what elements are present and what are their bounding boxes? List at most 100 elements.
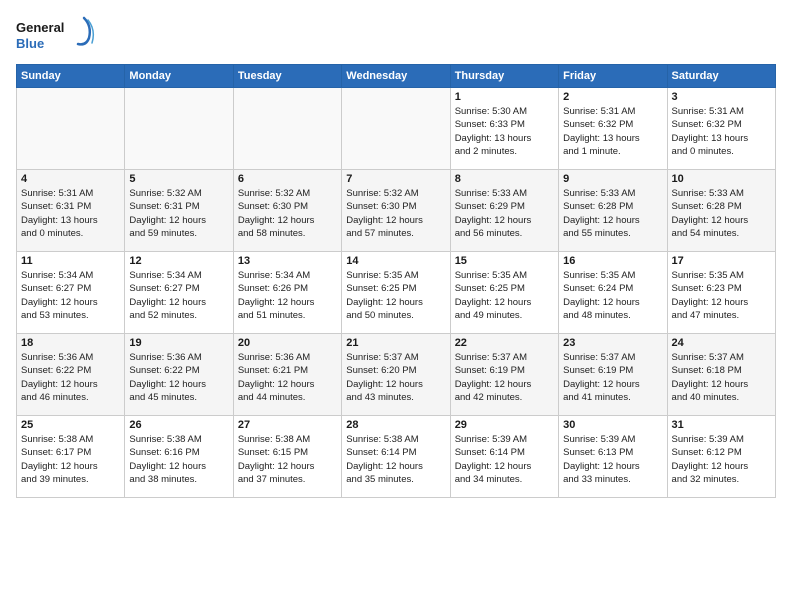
calendar-cell: 23 Sunrise: 5:37 AM Sunset: 6:19 PM Dayli… — [559, 334, 667, 416]
calendar-week-row: 11 Sunrise: 5:34 AM Sunset: 6:27 PM Dayli… — [17, 252, 776, 334]
calendar-cell: 17 Sunrise: 5:35 AM Sunset: 6:23 PM Dayli… — [667, 252, 775, 334]
logo-svg: General Blue — [16, 16, 96, 56]
column-header-friday: Friday — [559, 65, 667, 88]
calendar-week-row: 25Sunrise: 5:38 AM Sunset: 6:17 PM Dayli… — [17, 416, 776, 498]
calendar-cell: 30 Sunrise: 5:39 AM Sunset: 6:13 PM Dayli… — [559, 416, 667, 498]
calendar-cell: 29Sunrise: 5:39 AM Sunset: 6:14 PM Dayli… — [450, 416, 558, 498]
calendar-cell: 18 Sunrise: 5:36 AM Sunset: 6:22 PM Dayli… — [17, 334, 125, 416]
day-info: Sunrise: 5:34 AM Sunset: 6:26 PM Dayligh… — [238, 269, 337, 322]
day-info: Sunrise: 5:31 AM Sunset: 6:32 PM Dayligh… — [563, 105, 662, 158]
calendar-cell: 25Sunrise: 5:38 AM Sunset: 6:17 PM Dayli… — [17, 416, 125, 498]
column-header-monday: Monday — [125, 65, 233, 88]
calendar-cell: 24 Sunrise: 5:37 AM Sunset: 6:18 PM Dayli… — [667, 334, 775, 416]
calendar-cell: 5Sunrise: 5:32 AM Sunset: 6:31 PM Daylig… — [125, 170, 233, 252]
day-number: 3 — [672, 91, 771, 103]
svg-text:Blue: Blue — [16, 36, 44, 51]
calendar-cell — [17, 88, 125, 170]
day-number: 17 — [672, 255, 771, 267]
day-number: 6 — [238, 173, 337, 185]
calendar-cell: 9Sunrise: 5:33 AM Sunset: 6:28 PM Daylig… — [559, 170, 667, 252]
logo: General Blue — [16, 16, 96, 56]
column-header-sunday: Sunday — [17, 65, 125, 88]
day-number: 21 — [346, 337, 445, 349]
day-info: Sunrise: 5:34 AM Sunset: 6:27 PM Dayligh… — [129, 269, 228, 322]
day-info: Sunrise: 5:35 AM Sunset: 6:25 PM Dayligh… — [346, 269, 445, 322]
day-info: Sunrise: 5:36 AM Sunset: 6:21 PM Dayligh… — [238, 351, 337, 404]
day-info: Sunrise: 5:32 AM Sunset: 6:31 PM Dayligh… — [129, 187, 228, 240]
calendar-cell: 4 Sunrise: 5:31 AM Sunset: 6:31 PM Daylig… — [17, 170, 125, 252]
column-header-wednesday: Wednesday — [342, 65, 450, 88]
calendar-cell: 2 Sunrise: 5:31 AM Sunset: 6:32 PM Daylig… — [559, 88, 667, 170]
calendar-cell: 21 Sunrise: 5:37 AM Sunset: 6:20 PM Dayli… — [342, 334, 450, 416]
day-info: Sunrise: 5:32 AM Sunset: 6:30 PM Dayligh… — [238, 187, 337, 240]
calendar-cell: 31Sunrise: 5:39 AM Sunset: 6:12 PM Dayli… — [667, 416, 775, 498]
day-info: Sunrise: 5:36 AM Sunset: 6:22 PM Dayligh… — [21, 351, 120, 404]
day-info: Sunrise: 5:38 AM Sunset: 6:17 PM Dayligh… — [21, 433, 120, 486]
calendar-week-row: 18 Sunrise: 5:36 AM Sunset: 6:22 PM Dayli… — [17, 334, 776, 416]
column-header-saturday: Saturday — [667, 65, 775, 88]
day-number: 12 — [129, 255, 228, 267]
day-number: 11 — [21, 255, 120, 267]
day-info: Sunrise: 5:37 AM Sunset: 6:19 PM Dayligh… — [563, 351, 662, 404]
day-info: Sunrise: 5:38 AM Sunset: 6:14 PM Dayligh… — [346, 433, 445, 486]
day-number: 24 — [672, 337, 771, 349]
calendar-cell: 13 Sunrise: 5:34 AM Sunset: 6:26 PM Dayli… — [233, 252, 341, 334]
day-number: 10 — [672, 173, 771, 185]
day-info: Sunrise: 5:33 AM Sunset: 6:29 PM Dayligh… — [455, 187, 554, 240]
day-info: Sunrise: 5:31 AM Sunset: 6:31 PM Dayligh… — [21, 187, 120, 240]
day-number: 23 — [563, 337, 662, 349]
day-info: Sunrise: 5:37 AM Sunset: 6:18 PM Dayligh… — [672, 351, 771, 404]
calendar-cell: 19Sunrise: 5:36 AM Sunset: 6:22 PM Dayli… — [125, 334, 233, 416]
day-info: Sunrise: 5:37 AM Sunset: 6:20 PM Dayligh… — [346, 351, 445, 404]
day-number: 30 — [563, 419, 662, 431]
day-number: 29 — [455, 419, 554, 431]
day-number: 4 — [21, 173, 120, 185]
page-header: General Blue — [16, 16, 776, 56]
calendar-cell: 10Sunrise: 5:33 AM Sunset: 6:28 PM Dayli… — [667, 170, 775, 252]
day-number: 7 — [346, 173, 445, 185]
day-info: Sunrise: 5:35 AM Sunset: 6:24 PM Dayligh… — [563, 269, 662, 322]
column-header-tuesday: Tuesday — [233, 65, 341, 88]
day-number: 28 — [346, 419, 445, 431]
calendar-week-row: 4 Sunrise: 5:31 AM Sunset: 6:31 PM Daylig… — [17, 170, 776, 252]
day-number: 8 — [455, 173, 554, 185]
day-info: Sunrise: 5:35 AM Sunset: 6:23 PM Dayligh… — [672, 269, 771, 322]
day-info: Sunrise: 5:32 AM Sunset: 6:30 PM Dayligh… — [346, 187, 445, 240]
day-number: 31 — [672, 419, 771, 431]
calendar-cell: 26Sunrise: 5:38 AM Sunset: 6:16 PM Dayli… — [125, 416, 233, 498]
day-number: 9 — [563, 173, 662, 185]
day-number: 26 — [129, 419, 228, 431]
day-info: Sunrise: 5:30 AM Sunset: 6:33 PM Dayligh… — [455, 105, 554, 158]
day-number: 27 — [238, 419, 337, 431]
day-info: Sunrise: 5:35 AM Sunset: 6:25 PM Dayligh… — [455, 269, 554, 322]
day-info: Sunrise: 5:34 AM Sunset: 6:27 PM Dayligh… — [21, 269, 120, 322]
day-info: Sunrise: 5:38 AM Sunset: 6:15 PM Dayligh… — [238, 433, 337, 486]
calendar-cell: 8 Sunrise: 5:33 AM Sunset: 6:29 PM Daylig… — [450, 170, 558, 252]
calendar-cell: 1 Sunrise: 5:30 AM Sunset: 6:33 PM Daylig… — [450, 88, 558, 170]
svg-text:General: General — [16, 20, 64, 35]
calendar-cell: 27 Sunrise: 5:38 AM Sunset: 6:15 PM Dayli… — [233, 416, 341, 498]
day-info: Sunrise: 5:39 AM Sunset: 6:13 PM Dayligh… — [563, 433, 662, 486]
calendar-week-row: 1 Sunrise: 5:30 AM Sunset: 6:33 PM Daylig… — [17, 88, 776, 170]
day-info: Sunrise: 5:37 AM Sunset: 6:19 PM Dayligh… — [455, 351, 554, 404]
day-number: 13 — [238, 255, 337, 267]
column-header-thursday: Thursday — [450, 65, 558, 88]
day-number: 20 — [238, 337, 337, 349]
calendar-cell — [342, 88, 450, 170]
day-number: 18 — [21, 337, 120, 349]
day-info: Sunrise: 5:31 AM Sunset: 6:32 PM Dayligh… — [672, 105, 771, 158]
calendar-cell: 14Sunrise: 5:35 AM Sunset: 6:25 PM Dayli… — [342, 252, 450, 334]
day-number: 19 — [129, 337, 228, 349]
day-number: 15 — [455, 255, 554, 267]
calendar-cell: 11 Sunrise: 5:34 AM Sunset: 6:27 PM Dayli… — [17, 252, 125, 334]
calendar-cell: 6 Sunrise: 5:32 AM Sunset: 6:30 PM Daylig… — [233, 170, 341, 252]
calendar-cell: 22Sunrise: 5:37 AM Sunset: 6:19 PM Dayli… — [450, 334, 558, 416]
calendar-cell: 7 Sunrise: 5:32 AM Sunset: 6:30 PM Daylig… — [342, 170, 450, 252]
calendar-cell: 12 Sunrise: 5:34 AM Sunset: 6:27 PM Dayli… — [125, 252, 233, 334]
day-number: 2 — [563, 91, 662, 103]
calendar-cell: 15 Sunrise: 5:35 AM Sunset: 6:25 PM Dayli… — [450, 252, 558, 334]
day-number: 1 — [455, 91, 554, 103]
calendar-cell: 20 Sunrise: 5:36 AM Sunset: 6:21 PM Dayli… — [233, 334, 341, 416]
calendar-cell — [233, 88, 341, 170]
calendar-cell — [125, 88, 233, 170]
